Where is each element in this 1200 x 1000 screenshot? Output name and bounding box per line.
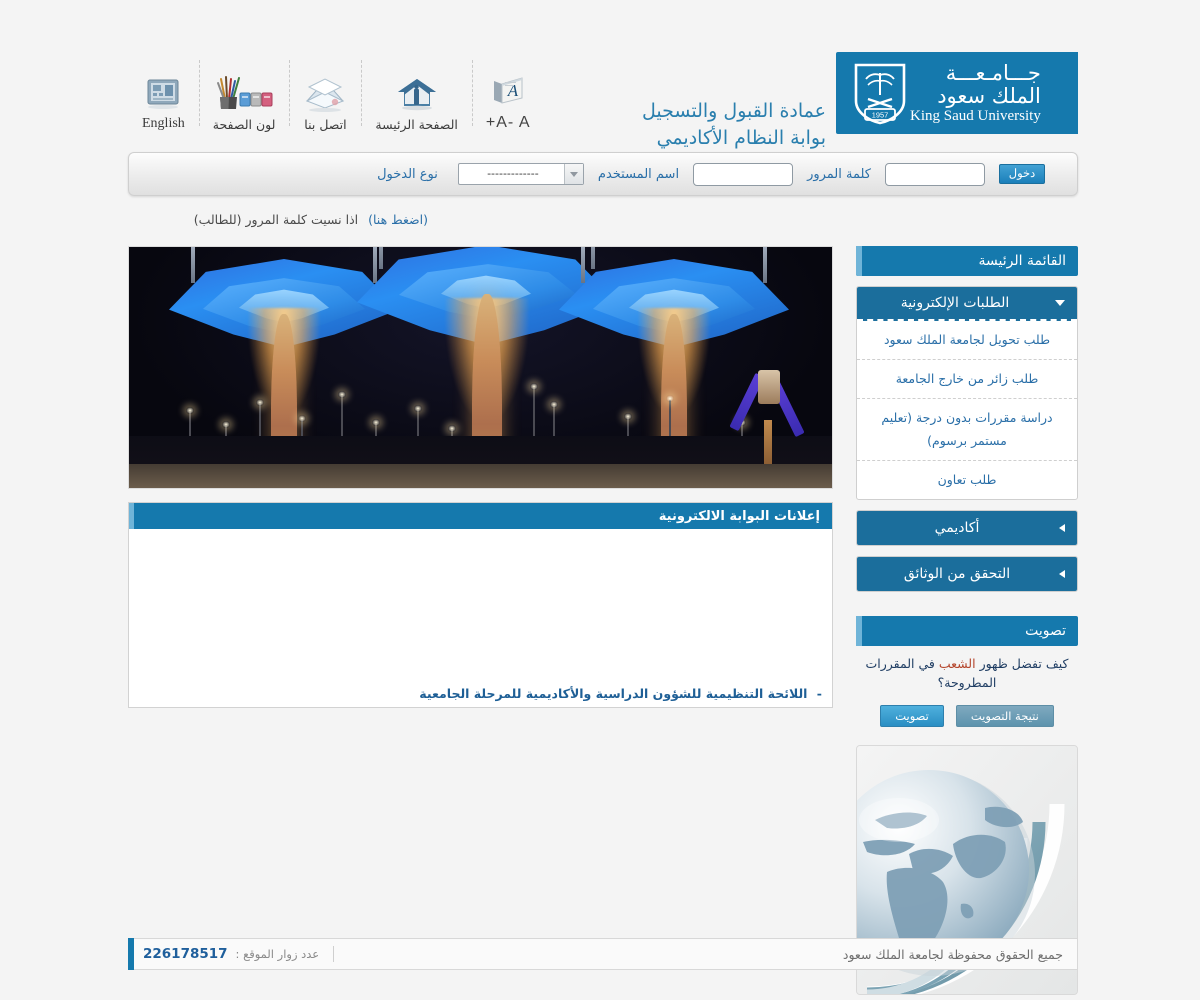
visitor-counter-label: عدد زوار الموقع : [235,947,320,961]
page-color-link[interactable]: لون الصفحة [199,56,291,132]
shield-icon: 1957 [852,61,908,125]
visitor-counter: عدد زوار الموقع : 226178517 [143,946,335,962]
logo-wordmark: جـــامـعـــة الملك سعود King Saud Univer… [910,62,1045,125]
chevron-down-icon[interactable] [563,164,583,184]
page-color-label: لون الصفحة [212,117,276,132]
font-size-icon: A [488,70,528,110]
sidebar-group-header-document-verification[interactable]: التحقق من الوثائق [857,556,1077,591]
poll-actions: نتيجة التصويت تصويت [856,704,1078,727]
main-column: إعلانات البوابة الالكترونية - اللائحة ال… [128,246,833,708]
hero-gate-sign [729,368,805,464]
username-label: اسم المستخدم [597,166,680,182]
sidebar-main-menu-title: القائمة الرئيسة [856,246,1078,276]
visitor-counter-value: 226178517 [143,946,228,962]
login-type-select[interactable]: ------------- [457,163,584,185]
svg-text:A: A [507,81,519,100]
login-type-label: نوع الدخول [377,166,438,182]
english-link[interactable]: English [128,56,200,132]
poll-vote-button[interactable]: تصويت [880,704,944,727]
forgot-password-text: اذا نسيت كلمة المرور (للطالب) [193,212,359,227]
envelope-icon [303,73,347,113]
home-link[interactable]: الصفحة الرئيسة [361,56,474,132]
language-icon [142,72,184,112]
chevron-left-icon [1059,523,1065,532]
sidebar-item-nondegree-courses[interactable]: دراسة مقررات بدون درجة (تعليم مستمر برسو… [857,399,1077,461]
svg-text:1957: 1957 [872,110,888,119]
footer-copyright: جميع الحقوق محفوظة لجامعة الملك سعود [842,946,1063,962]
home-icon [396,73,438,113]
sidebar-item-cooperation-request[interactable]: طلب تعاون [857,461,1077,499]
announcements-list: - اللائحة التنظيمية للشؤون الدراسية والأ… [139,684,822,703]
login-submit-button[interactable]: دخول [999,164,1045,184]
list-item[interactable]: - اللائحة التنظيمية للشؤون الدراسية والأ… [139,684,822,703]
login-bar: دخول كلمة المرور اسم المستخدم ----------… [128,152,1078,196]
announcements-panel: إعلانات البوابة الالكترونية - اللائحة ال… [128,502,833,708]
page-title: عمادة القبول والتسجيل بوابة النظام الأكا… [642,98,826,152]
sidebar-group-document-verification: التحقق من الوثائق [856,555,1078,592]
font-size-toggle[interactable]: A A- A+ [472,56,545,132]
forgot-password-link[interactable]: (اضغط هنا) [368,212,428,227]
poll-results-button[interactable]: نتيجة التصويت [955,704,1054,727]
english-label: English [142,116,185,131]
sidebar-group-header-academic[interactable]: أكاديمي [857,510,1077,545]
home-label: الصفحة الرئيسة [375,117,458,132]
poll-title: تصويت [856,615,1078,646]
sidebar-group-header-electronic-requests[interactable]: الطلبات الإلكترونية [857,287,1077,321]
announcements-title: إعلانات البوابة الالكترونية [129,503,832,529]
logo-english: King Saud University [910,107,1041,124]
site-footer: جميع الحقوق محفوظة لجامعة الملك سعود عدد… [128,938,1078,970]
contact-label: اتصل بنا [304,117,347,132]
sidebar-group-electronic-requests: الطلبات الإلكترونية طلب تحويل لجامعة الم… [856,286,1078,500]
list-item-bullet: - [816,686,822,701]
list-item-label: اللائحة التنظيمية للشؤون الدراسية والأكا… [419,686,808,701]
sidebar-item-visitor-request[interactable]: طلب زائر من خارج الجامعة [857,360,1077,399]
ksu-logo[interactable]: جـــامـعـــة الملك سعود King Saud Univer… [836,52,1078,134]
sidebar-group-label: أكاديمي [934,519,980,536]
hero-image [128,246,833,489]
logo-arabic-line2: الملك سعود [937,83,1041,108]
sidebar-group-academic: أكاديمي [856,509,1078,546]
contact-link[interactable]: اتصل بنا [289,56,363,132]
page-title-line1: عمادة القبول والتسجيل [642,100,826,122]
page-root: جـــامـعـــة الملك سعود King Saud Univer… [0,0,1200,1000]
hero-wall [129,464,832,488]
palette-icon [215,73,273,113]
sidebar: القائمة الرئيسة الطلبات الإلكترونية طلب … [856,246,1078,995]
page-title-line2: بوابة النظام الأكاديمي [656,126,826,149]
announcements-body: - اللائحة التنظيمية للشؤون الدراسية والأ… [129,529,832,707]
sidebar-group-label: الطلبات الإلكترونية [900,295,1010,311]
username-field[interactable] [693,162,794,186]
sidebar-item-transfer-request[interactable]: طلب تحويل لجامعة الملك سعود [857,321,1077,360]
font-size-label: A- A+ [485,114,531,131]
password-field[interactable] [885,162,985,186]
logo-arabic-line1: جـــامـعـــة [945,60,1041,85]
forgot-password-row: (اضغط هنا) اذا نسيت كلمة المرور (للطالب) [128,212,428,227]
site-header: جـــامـعـــة الملك سعود King Saud Univer… [128,40,1078,149]
sidebar-group-label: التحقق من الوثائق [903,565,1011,582]
poll-question-highlight: الشعب [938,655,976,671]
chevron-left-icon [1059,569,1065,578]
poll-question-part1: كيف تفضل ظهور [975,655,1069,671]
utility-toolbar: A A- A+ الصفحة الرئيسة اتصل بنا لون الصف… [128,52,544,132]
chevron-down-icon [1055,300,1065,306]
password-label: كلمة المرور [807,166,871,182]
poll-question: كيف تفضل ظهور الشعب في المقررات المطروحة… [856,654,1078,693]
